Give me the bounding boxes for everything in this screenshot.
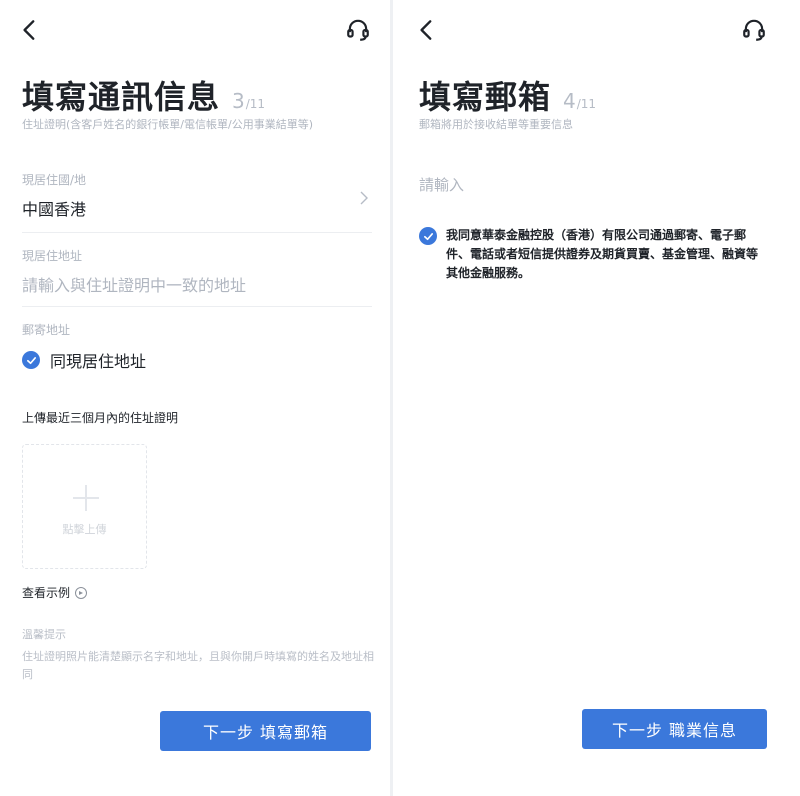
same-as-residence-label: 同現居住地址 <box>50 352 147 371</box>
upload-proof-button[interactable]: 點擊上傳 <box>22 444 147 569</box>
consent-row: 我同意華泰金融控股（香港）有限公司通過郵寄、電子郵件、電話或者短信提供證券及期貨… <box>419 226 759 283</box>
mailing-address-field: 郵寄地址 同現居住地址 <box>22 321 372 377</box>
mailing-address-label: 郵寄地址 <box>22 323 71 337</box>
checkmark-icon <box>423 232 433 240</box>
same-as-residence-option[interactable]: 同現居住地址 <box>22 348 372 372</box>
next-step-occupation-button[interactable]: 下一步 職業信息 <box>582 709 767 749</box>
same-as-residence-checkbox[interactable] <box>22 351 40 369</box>
residential-address-field[interactable]: 現居住地址 請輸入與住址證明中一致的地址 <box>22 247 372 307</box>
back-arrow-icon[interactable] <box>411 14 443 46</box>
residential-address-input[interactable]: 請輸入與住址證明中一致的地址 <box>22 272 372 296</box>
residence-region-value: 中國香港 <box>22 200 87 219</box>
step-total: /11 <box>245 97 266 111</box>
checkmark-icon <box>26 356 36 364</box>
upload-section-title: 上傳最近三個月內的住址證明 <box>22 411 179 425</box>
headset-icon[interactable] <box>738 14 770 46</box>
headset-icon[interactable] <box>342 14 374 46</box>
page-title: 填寫郵箱 <box>419 78 552 116</box>
tips-title: 溫馨提示 <box>22 628 66 641</box>
step-current: 4 <box>563 89 576 113</box>
back-arrow-icon[interactable] <box>14 14 46 46</box>
address-info-screen: 填寫通訊信息 3 /11 住址證明(含客戶姓名的銀行帳單/電信帳單/公用事業結單… <box>0 0 390 796</box>
residence-region-label: 現居住國/地 <box>22 173 87 187</box>
page-subtitle: 郵箱將用於接收結單等重要信息 <box>419 118 573 131</box>
consent-checkbox[interactable] <box>419 227 437 245</box>
page-subtitle: 住址證明(含客戶姓名的銀行帳單/電信帳單/公用事業結單等) <box>22 118 313 131</box>
page-title-row: 填寫郵箱 4 /11 <box>419 72 596 118</box>
email-screen: 填寫郵箱 4 /11 郵箱將用於接收結單等重要信息 我同意華泰金融控股（香港）有… <box>393 0 800 796</box>
play-circle-icon <box>75 586 88 599</box>
email-input[interactable] <box>419 170 769 200</box>
consent-text: 我同意華泰金融控股（香港）有限公司通過郵寄、電子郵件、電話或者短信提供證券及期貨… <box>446 228 759 280</box>
step-current: 3 <box>232 89 245 113</box>
view-example-label: 查看示例 <box>22 586 71 600</box>
next-step-email-button[interactable]: 下一步 填寫郵箱 <box>160 711 371 751</box>
step-total: /11 <box>576 97 597 111</box>
view-example-link[interactable]: 查看示例 <box>22 584 88 601</box>
chevron-right-icon <box>360 191 368 205</box>
tips-text: 住址證明照片能清楚顯示名字和地址，且與你開戶時填寫的姓名及地址相同 <box>22 650 374 681</box>
residence-region-field[interactable]: 現居住國/地 中國香港 <box>22 171 372 233</box>
page-title: 填寫通訊信息 <box>22 78 221 116</box>
plus-icon <box>73 485 99 511</box>
upload-label: 點擊上傳 <box>62 523 107 536</box>
page-title-row: 填寫通訊信息 3 /11 <box>22 72 265 118</box>
residential-address-label: 現居住地址 <box>22 249 83 263</box>
